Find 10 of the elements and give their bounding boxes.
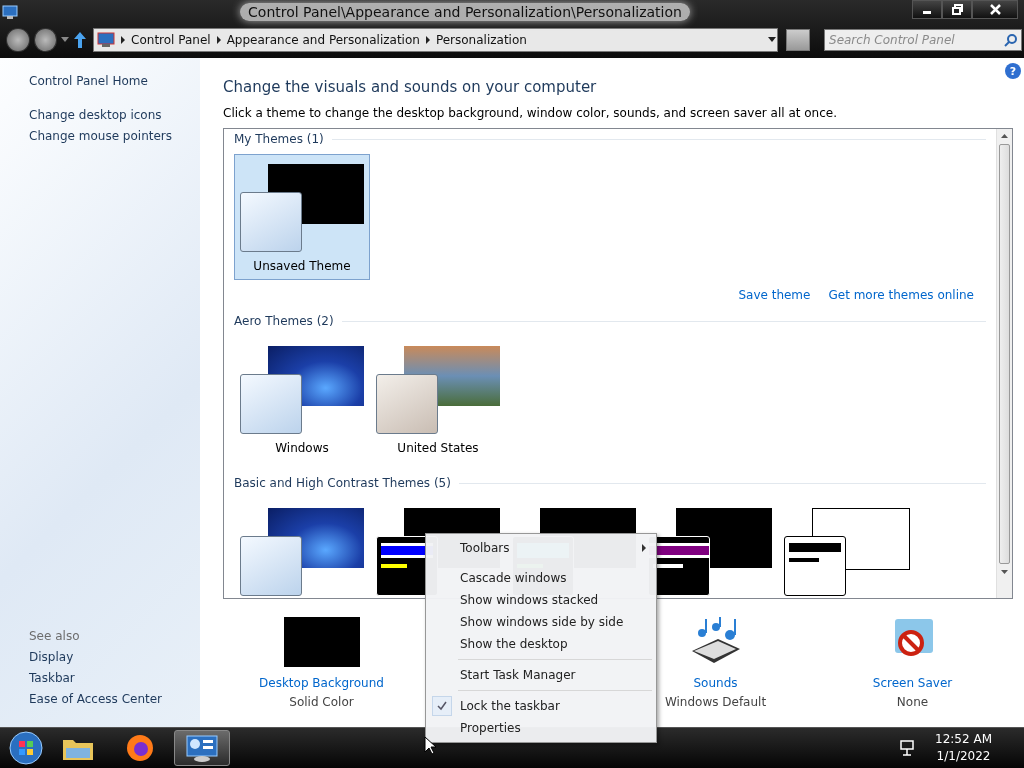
page-description: Click a theme to change the desktop background, window color, sounds, and screen saver all at once. <box>223 106 838 120</box>
setting-value: Windows Default <box>664 695 767 709</box>
setting-value: None <box>896 695 929 709</box>
group-heading: My Themes (1) <box>234 132 324 146</box>
see-also-heading: See also <box>29 629 81 643</box>
window-title: Control Panel\Appearance and Personalization\Personalization <box>240 3 690 21</box>
setting-value: Solid Color <box>289 695 354 709</box>
page-heading: Change the visuals and sounds on your computer <box>223 78 598 96</box>
group-heading: Aero Themes (2) <box>234 314 334 328</box>
group-heading: Basic and High Contrast Themes (5) <box>234 476 451 490</box>
